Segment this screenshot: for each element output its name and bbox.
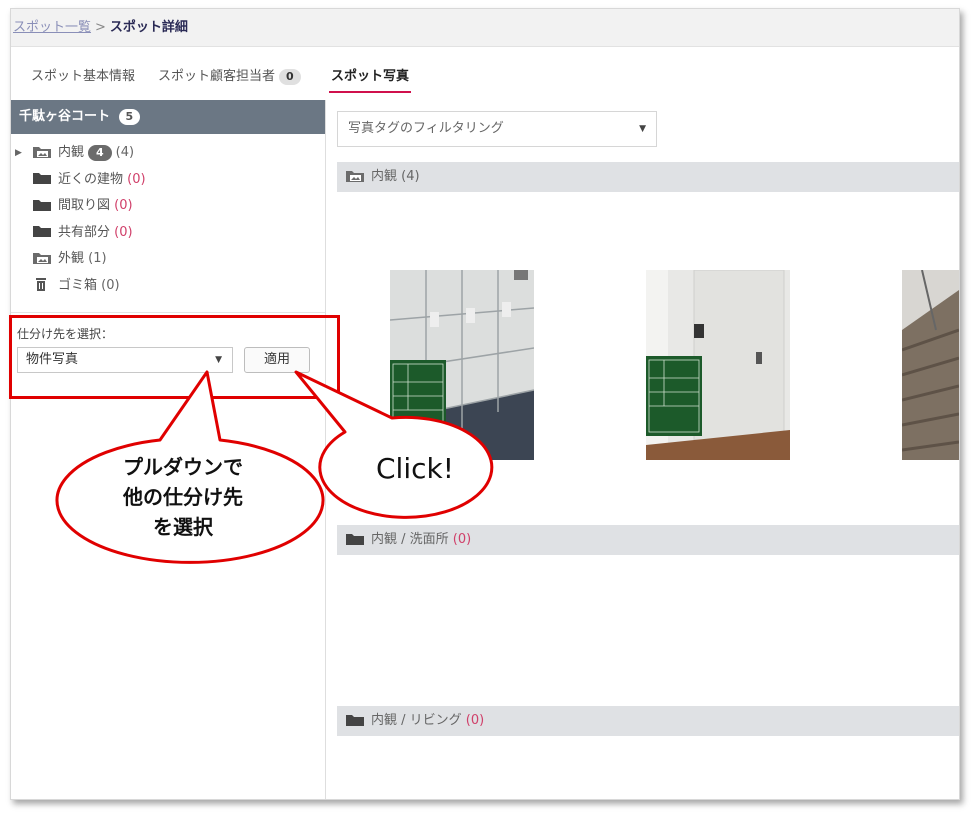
- locker-photo-image: [390, 270, 534, 460]
- folder-count: (4): [115, 145, 135, 160]
- folder-label: 近くの建物: [58, 171, 124, 187]
- photo-folder-icon: [33, 252, 51, 264]
- folder-icon: [33, 199, 51, 211]
- section-count: (0): [452, 532, 472, 547]
- folder-item-trash[interactable]: ゴミ箱 (0): [11, 273, 325, 300]
- tab-bar: スポット基本情報 スポット顧客担当者 0 スポット写真: [11, 48, 959, 101]
- section-count: (4): [401, 169, 420, 184]
- breadcrumb-link-spot-list[interactable]: スポット一覧: [13, 20, 91, 35]
- trash-icon: [36, 278, 46, 291]
- tab-label: スポット基本情報: [31, 69, 136, 84]
- photo-thumbnail-stairs[interactable]: [902, 270, 959, 460]
- tab-spot-photos[interactable]: スポット写真: [328, 65, 412, 93]
- folder-icon: [33, 226, 51, 237]
- folder-icon: [33, 173, 51, 184]
- tab-label: スポット顧客担当者: [158, 69, 276, 84]
- section-header-interior-living: 内観 / リビング (0): [337, 706, 959, 736]
- door-photo-image: [646, 270, 790, 460]
- folder-label: ゴミ箱: [58, 277, 98, 293]
- count-badge: 0: [279, 69, 301, 85]
- tab-label: スポット写真: [331, 69, 410, 84]
- highlight-box: [9, 315, 340, 399]
- section-header-interior-washroom: 内観 / 洗面所 (0): [337, 525, 959, 555]
- tab-spot-basic-info[interactable]: スポット基本情報: [31, 65, 135, 84]
- breadcrumb-current: スポット詳細: [109, 20, 188, 35]
- breadcrumb: スポット一覧 > スポット詳細: [11, 9, 959, 47]
- folder-item-floor-plan[interactable]: 間取り図 (0): [11, 193, 325, 220]
- folder-count: (0): [127, 171, 146, 187]
- click-callout-text: Click!: [376, 452, 454, 485]
- section-label: 内観 / 洗面所: [371, 532, 449, 547]
- folder-count: (0): [101, 277, 120, 293]
- sidebar: 千駄ヶ谷コート 5 ▶ 内観 4 (4) 近くの建物 (0) 間取り図 (0) 共有…: [11, 100, 326, 799]
- filter-placeholder: 写真タグのフィルタリング: [348, 121, 504, 136]
- folder-icon: [346, 714, 364, 726]
- folder-item-common-area[interactable]: 共有部分 (0): [11, 220, 325, 247]
- photo-thumbnail-lockers[interactable]: [390, 270, 534, 460]
- callout-line: プルダウンで: [123, 455, 243, 479]
- photo-panel: 写真タグのフィルタリング ▼ 内観 (4) 内観 / 洗面所 (0) 内観 / …: [326, 100, 959, 799]
- photo-folder-icon: [346, 170, 364, 182]
- stairs-photo-image: [902, 270, 959, 460]
- folder-label: 外観: [58, 251, 85, 266]
- section-count: (0): [465, 713, 485, 728]
- sidebar-header: 千駄ヶ谷コート 5: [11, 100, 325, 134]
- callout-line: を選択: [153, 515, 213, 539]
- pulldown-callout-text: プルダウンで 他の仕分け先 を選択: [60, 452, 306, 542]
- expand-caret-icon[interactable]: ▶: [15, 140, 22, 166]
- folder-item-exterior[interactable]: 外観 (1): [11, 246, 325, 273]
- section-label: 内観: [371, 169, 398, 184]
- folder-count: (0): [114, 198, 133, 213]
- callout-line: 他の仕分け先: [123, 485, 243, 509]
- folder-label: 共有部分: [58, 224, 111, 240]
- property-count-badge: 5: [118, 109, 141, 125]
- folder-label: 内観: [58, 145, 85, 160]
- folder-label: 間取り図: [58, 198, 111, 213]
- tab-spot-customer-contact[interactable]: スポット顧客担当者 0: [158, 65, 301, 85]
- property-name: 千駄ヶ谷コート: [19, 109, 111, 124]
- folder-icon: [346, 533, 364, 545]
- section-label: 内観 / リビング: [371, 713, 462, 728]
- folder-item-nearby-buildings[interactable]: 近くの建物 (0): [11, 167, 325, 194]
- folder-count: (1): [88, 251, 107, 266]
- folder-count: (0): [114, 224, 133, 240]
- app-window: スポット一覧 > スポット詳細 スポット基本情報 スポット顧客担当者 0 スポット写真…: [10, 8, 960, 800]
- photo-thumbnail-door[interactable]: [646, 270, 790, 460]
- dropdown-arrow-icon: ▼: [639, 124, 646, 134]
- folder-item-interior[interactable]: ▶ 内観 4 (4): [11, 140, 325, 167]
- photo-tag-filter-select[interactable]: 写真タグのフィルタリング ▼: [337, 111, 657, 147]
- breadcrumb-separator: >: [95, 20, 106, 35]
- folder-tree: ▶ 内観 4 (4) 近くの建物 (0) 間取り図 (0) 共有部分 (0) 外観 …: [11, 134, 325, 299]
- photo-folder-icon: [33, 146, 51, 158]
- section-header-interior: 内観 (4): [337, 162, 959, 192]
- photo-count-badge: 4: [88, 145, 112, 161]
